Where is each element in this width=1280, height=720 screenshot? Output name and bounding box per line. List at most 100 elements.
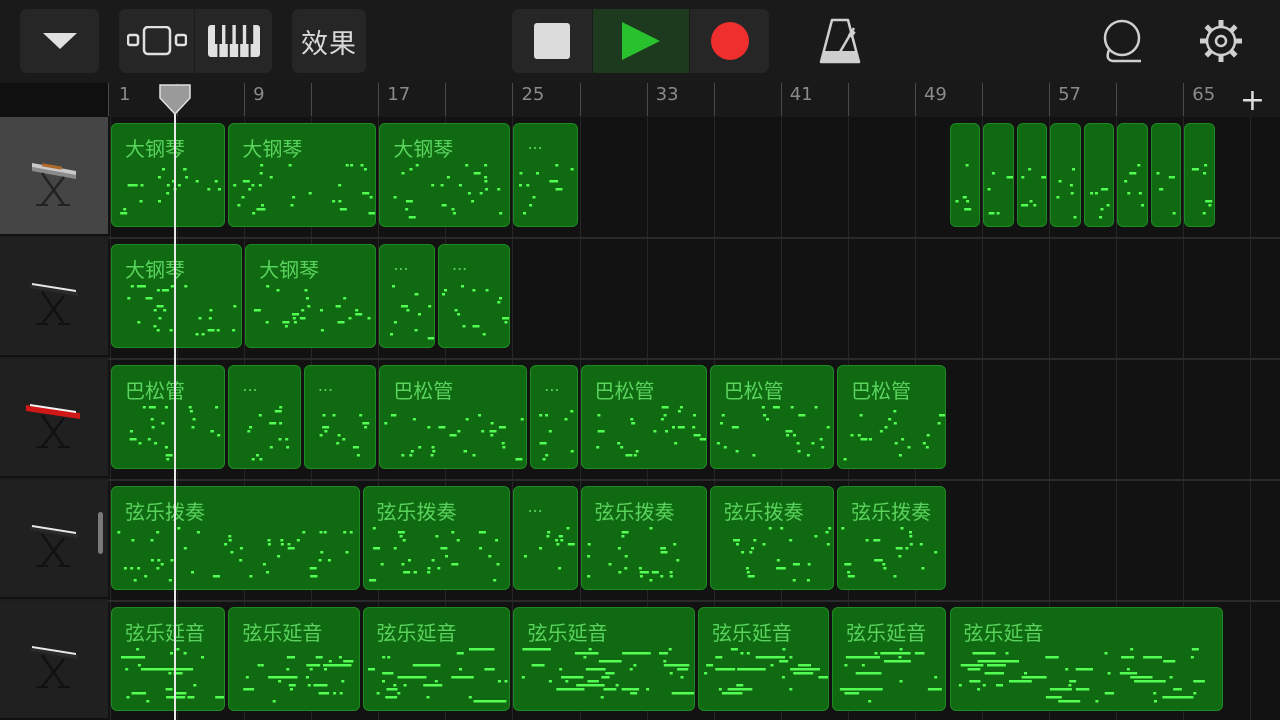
metronome-button[interactable]: [805, 9, 875, 73]
midi-region[interactable]: 弦乐延音: [513, 607, 695, 711]
midi-region[interactable]: ...: [530, 365, 578, 469]
midi-note: [958, 684, 962, 687]
timeline-ruler[interactable]: 1 9 17 25 33 41 49 57 65: [108, 83, 1280, 117]
midi-note: [280, 539, 284, 542]
midi-region[interactable]: 弦乐延音: [362, 607, 511, 711]
midi-region[interactable]: ...: [379, 244, 435, 348]
midi-note: [499, 212, 503, 215]
midi-note: [1168, 696, 1193, 699]
midi-note: [1204, 164, 1208, 167]
midi-region[interactable]: [1016, 123, 1048, 227]
instrument-view-button[interactable]: [195, 9, 272, 73]
record-button[interactable]: [690, 9, 769, 73]
midi-region[interactable]: ...: [513, 123, 578, 227]
midi-region[interactable]: 大钢琴: [111, 123, 226, 227]
midi-note: [426, 571, 430, 574]
midi-note: [168, 672, 172, 675]
midi-region[interactable]: ...: [438, 244, 511, 348]
midi-note: [142, 285, 146, 288]
region-title: ...: [527, 134, 543, 153]
midi-note: [393, 414, 397, 417]
midi-region[interactable]: 巴松管: [709, 365, 835, 469]
midi-region[interactable]: 弦乐拨奏: [362, 486, 511, 590]
midi-region[interactable]: [1117, 123, 1148, 227]
midi-region[interactable]: 巴松管: [837, 365, 947, 469]
midi-note: [704, 672, 708, 675]
stop-button[interactable]: [512, 9, 592, 73]
midi-region[interactable]: 弦乐延音: [697, 607, 830, 711]
midi-region[interactable]: 弦乐延音: [949, 607, 1224, 711]
midi-region[interactable]: 大钢琴: [228, 123, 377, 227]
midi-note: [166, 192, 170, 195]
tracks-view-button[interactable]: [119, 9, 194, 73]
midi-note: [909, 543, 913, 546]
midi-note: [396, 676, 427, 679]
midi-note: [857, 434, 861, 437]
fx-button[interactable]: 效果: [292, 9, 366, 73]
midi-region[interactable]: 弦乐拨奏: [837, 486, 947, 590]
midi-note: [320, 551, 324, 554]
midi-note: [623, 567, 627, 570]
playhead-handle[interactable]: [159, 84, 192, 116]
region-title: 弦乐拨奏: [125, 500, 205, 524]
settings-button[interactable]: [1186, 9, 1256, 73]
track-header-4[interactable]: [0, 480, 108, 599]
midi-region[interactable]: 弦乐拨奏: [709, 486, 835, 590]
midi-note: [617, 547, 621, 550]
midi-note: [256, 208, 264, 211]
midi-region[interactable]: [949, 123, 981, 227]
track-header-3[interactable]: [0, 359, 108, 478]
midi-region[interactable]: 弦乐延音: [832, 607, 947, 711]
track-resize-handle[interactable]: [98, 512, 103, 554]
midi-note: [447, 176, 451, 179]
midi-note: [1192, 168, 1200, 171]
midi-note: [414, 329, 418, 332]
menu-button[interactable]: [20, 9, 99, 73]
midi-note: [646, 688, 650, 691]
midi-region[interactable]: 巴松管: [580, 365, 707, 469]
midi-region[interactable]: 大钢琴: [111, 244, 243, 348]
track-header-1[interactable]: [0, 117, 108, 236]
grid-line: [1250, 117, 1252, 720]
midi-region[interactable]: ...: [228, 365, 301, 469]
loop-browser-button[interactable]: [1087, 9, 1157, 73]
midi-note: [539, 442, 547, 445]
midi-region[interactable]: [1083, 123, 1115, 227]
track-header-5[interactable]: [0, 601, 108, 720]
midi-note: [472, 289, 476, 292]
midi-region[interactable]: [1050, 123, 1081, 227]
midi-region[interactable]: ...: [303, 365, 377, 469]
ruler-tick: [780, 83, 782, 116]
midi-note: [139, 200, 143, 203]
midi-region[interactable]: 弦乐延音: [111, 607, 226, 711]
midi-region[interactable]: 大钢琴: [379, 123, 511, 227]
midi-note: [597, 430, 605, 433]
midi-note: [306, 664, 321, 667]
midi-note: [215, 696, 225, 699]
midi-note: [899, 680, 903, 683]
midi-region[interactable]: 大钢琴: [245, 244, 377, 348]
midi-region[interactable]: 弦乐延音: [228, 607, 360, 711]
arrangement-area[interactable]: 大钢琴 大钢琴 大钢琴... 大钢琴 大钢琴...... 巴松管...... 巴松管... 巴…: [108, 117, 1280, 720]
region-title: 巴松管: [393, 379, 454, 403]
track-header-2[interactable]: [0, 238, 108, 357]
midi-note: [1094, 700, 1098, 703]
midi-region[interactable]: 巴松管: [379, 365, 528, 469]
midi-note: [748, 551, 752, 554]
midi-note: [416, 164, 420, 167]
midi-note: [217, 434, 221, 437]
midi-region[interactable]: [1184, 123, 1215, 227]
midi-region[interactable]: [1150, 123, 1182, 227]
midi-note: [996, 212, 1000, 215]
midi-region[interactable]: ...: [513, 486, 578, 590]
midi-region[interactable]: 弦乐拨奏: [580, 486, 707, 590]
midi-region[interactable]: 巴松管: [111, 365, 226, 469]
midi-note: [476, 700, 506, 703]
play-button[interactable]: [593, 9, 689, 73]
add-section-button[interactable]: +: [1225, 83, 1280, 118]
midi-note: [608, 563, 612, 566]
midi-note: [792, 563, 800, 566]
midi-region[interactable]: 弦乐拨奏: [111, 486, 360, 590]
midi-note: [502, 446, 506, 449]
midi-region[interactable]: [983, 123, 1014, 227]
